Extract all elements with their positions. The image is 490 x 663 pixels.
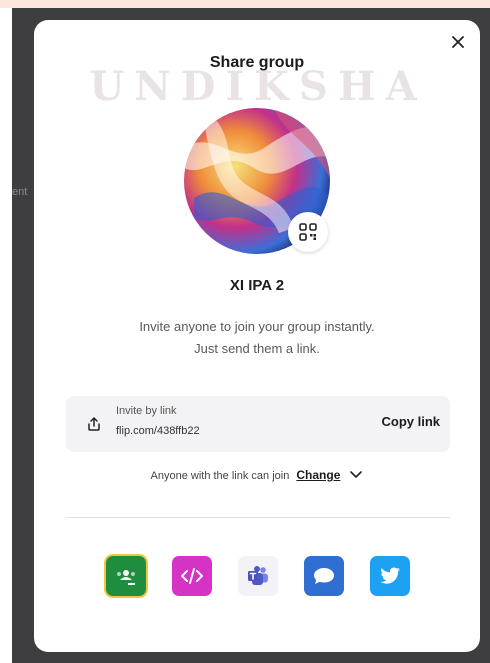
share-twitter-button[interactable] <box>370 556 410 596</box>
dialog-title: Share group <box>209 54 305 71</box>
share-microsoft-teams-button[interactable] <box>238 556 278 596</box>
invite-link-url[interactable]: flip.com/438ffb22 <box>116 425 200 437</box>
share-group-dialog: UNDIKSHA Share group XI IPA 2 Invite any… <box>34 20 480 652</box>
group-name: XI IPA 2 <box>229 277 285 294</box>
description-line-1: Invite anyone to join your group instant… <box>139 319 375 334</box>
qr-code-icon <box>299 223 317 241</box>
google-classroom-icon <box>115 567 137 585</box>
share-google-classroom-button[interactable] <box>106 556 146 596</box>
embed-code-icon <box>181 568 203 584</box>
section-divider <box>66 517 450 518</box>
description-line-2: Just send them a link. <box>194 341 320 356</box>
close-button[interactable] <box>448 32 468 52</box>
share-description: Invite anyone to join your group instant… <box>34 316 480 360</box>
copy-link-button[interactable]: Copy link <box>381 414 440 429</box>
share-remind-button[interactable] <box>304 556 344 596</box>
invite-by-link-label: Invite by link <box>116 405 177 417</box>
share-embed-button[interactable] <box>172 556 212 596</box>
background-text-fragment: ent <box>12 186 28 198</box>
remind-icon <box>314 568 334 584</box>
close-icon <box>452 36 464 48</box>
permission-dropdown-toggle[interactable] <box>349 470 363 482</box>
top-watermark-band <box>0 0 490 8</box>
chevron-down-icon <box>350 471 363 478</box>
qr-code-button[interactable] <box>288 212 328 252</box>
twitter-icon <box>380 567 400 584</box>
invite-link-box: Invite by link flip.com/438ffb22 Copy li… <box>66 396 450 452</box>
microsoft-teams-icon <box>248 566 268 585</box>
share-upload-icon <box>88 417 100 431</box>
change-permission-link[interactable]: Change <box>296 468 340 482</box>
link-permission-text: Anyone with the link can join <box>150 470 290 482</box>
link-permission-row: Anyone with the link can join Change <box>34 468 480 482</box>
